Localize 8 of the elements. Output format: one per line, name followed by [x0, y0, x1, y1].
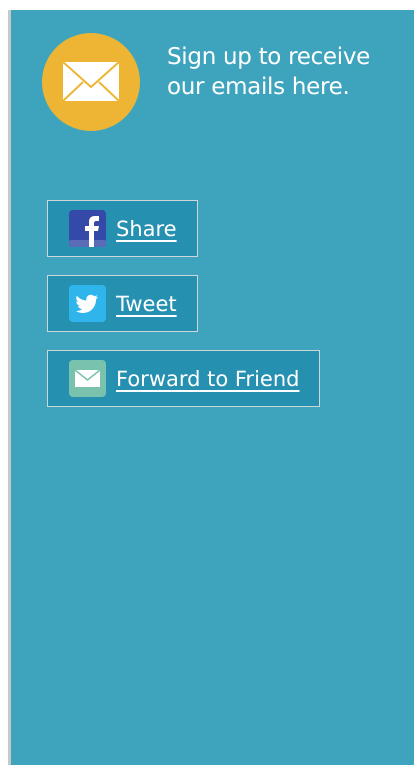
share-link[interactable]: Forward to Friend: [47, 350, 320, 407]
envelope-icon: [69, 360, 106, 397]
signup-text: Sign up to receive our emails here.: [167, 43, 372, 102]
facebook-icon: [69, 210, 106, 247]
share-link[interactable]: Share: [47, 200, 198, 257]
envelope-icon: [41, 32, 141, 132]
share-link[interactable]: Tweet: [47, 275, 198, 332]
bird-icon: [69, 285, 106, 322]
